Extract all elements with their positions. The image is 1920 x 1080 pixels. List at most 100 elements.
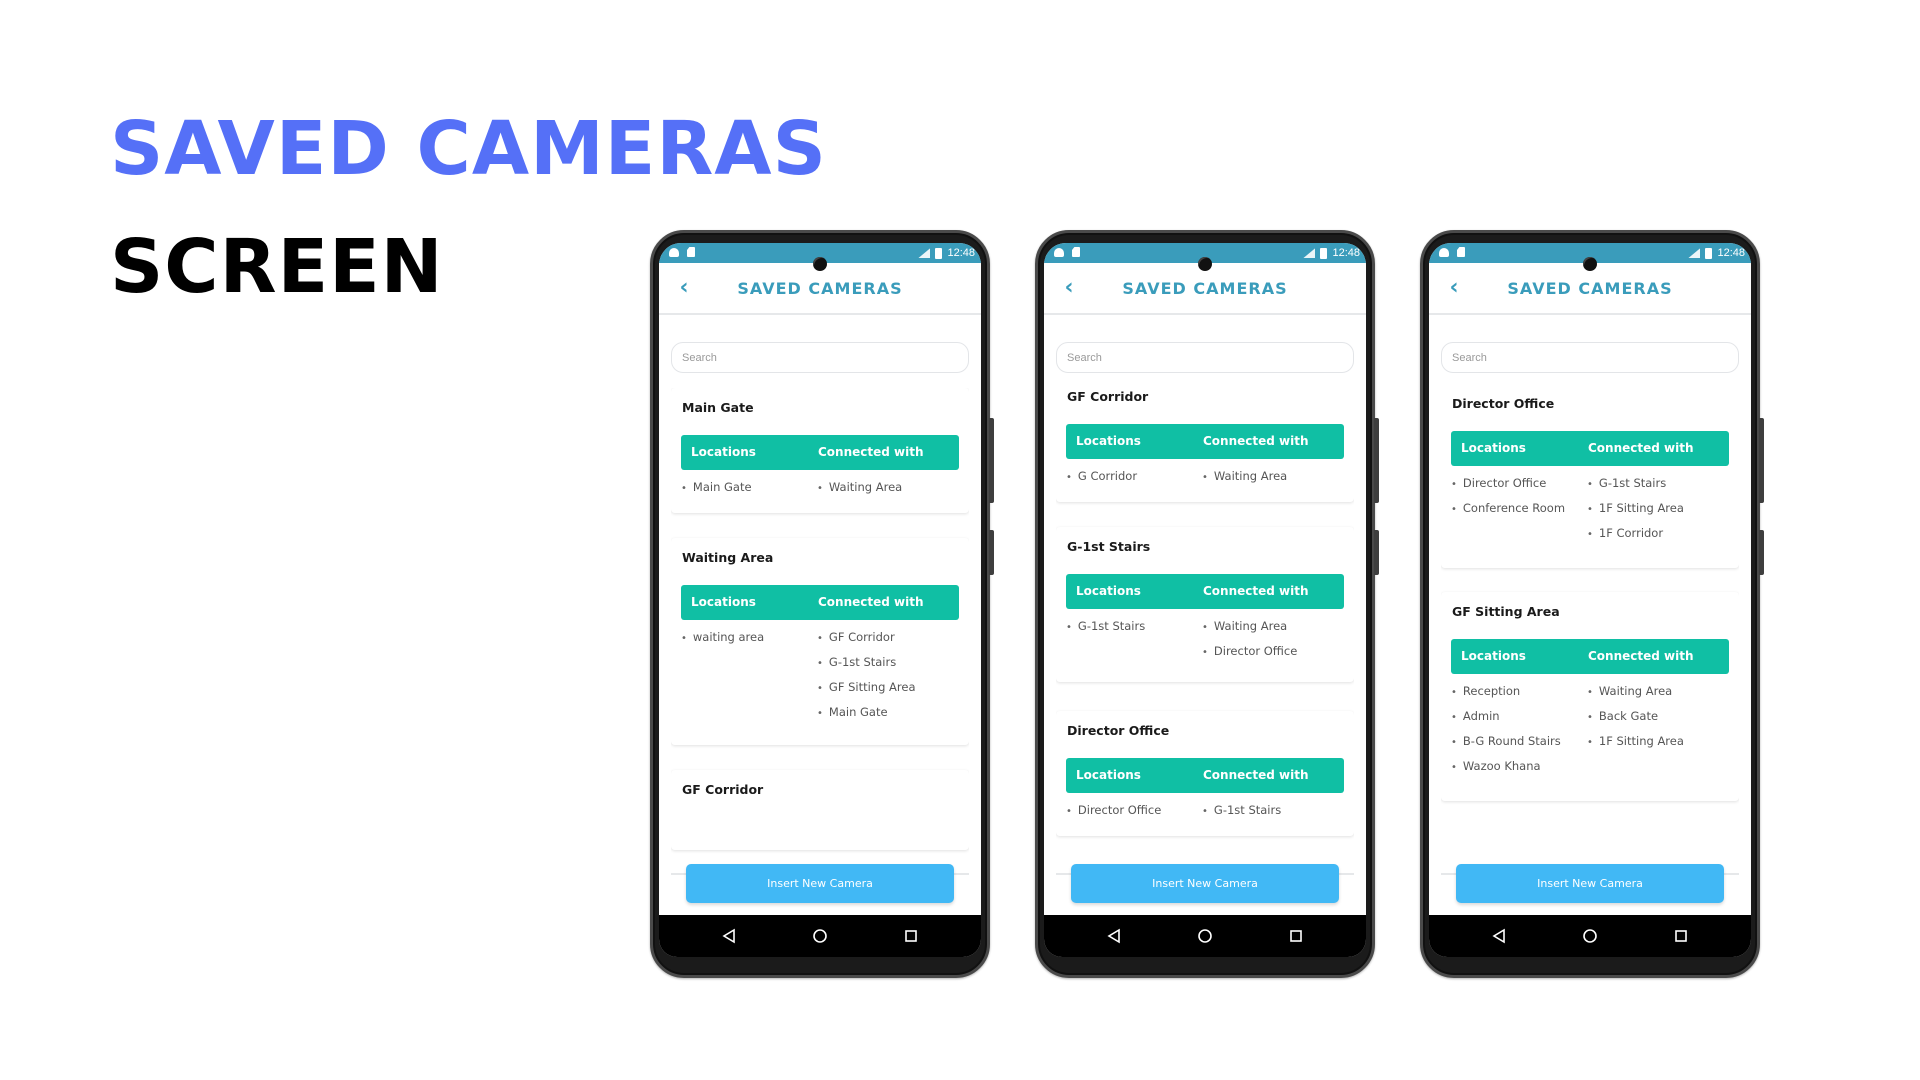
sd-card-icon	[1457, 247, 1465, 257]
connected-header: Connected with	[1588, 649, 1694, 663]
header-title: SAVED CAMERAS	[737, 279, 903, 298]
connected-list: Waiting Area	[817, 480, 902, 505]
connected-list: Waiting Area	[1202, 469, 1287, 494]
connected-header: Connected with	[1203, 584, 1309, 598]
search-input[interactable]	[671, 342, 969, 373]
sd-card-icon	[687, 247, 695, 257]
connected-header: Connected with	[818, 445, 924, 459]
connected-header: Connected with	[1203, 768, 1309, 782]
insert-new-camera-button[interactable]: Insert New Camera	[686, 864, 954, 903]
header-title: SAVED CAMERAS	[1122, 279, 1288, 298]
camera-card-title: GF Corridor	[1067, 389, 1149, 404]
location-item: G-1st Stairs	[1066, 619, 1145, 644]
camera-card[interactable]: G-1st Stairs Locations Connected with G-…	[1056, 527, 1354, 682]
location-item: Wazoo Khana	[1451, 759, 1561, 784]
insert-new-camera-button[interactable]: Insert New Camera	[1456, 864, 1724, 903]
locations-list: waiting area	[681, 630, 764, 655]
connected-header: Connected with	[1203, 434, 1309, 448]
camera-card-title: GF Sitting Area	[1452, 604, 1560, 619]
locations-list: G-1st Stairs	[1066, 619, 1145, 644]
phone-mockup-3: 12:48 ‹ SAVED CAMERAS Director Office Lo…	[1420, 230, 1764, 978]
card-table-header: Locations Connected with	[681, 435, 959, 470]
android-notification-icon	[669, 247, 679, 257]
search-input[interactable]	[1056, 342, 1354, 373]
recents-square-icon[interactable]	[1673, 928, 1689, 944]
card-table-header: Locations Connected with	[1451, 431, 1729, 466]
power-button	[1374, 530, 1379, 575]
connected-item: Waiting Area	[817, 480, 902, 505]
connected-list: GF Corridor G-1st Stairs GF Sitting Area…	[817, 630, 916, 730]
header-title: SAVED CAMERAS	[1507, 279, 1673, 298]
connected-item: G-1st Stairs	[1587, 476, 1684, 501]
card-table-header: Locations Connected with	[1066, 424, 1344, 459]
status-time: 12:48	[1332, 247, 1360, 259]
location-item: waiting area	[681, 630, 764, 655]
camera-list[interactable]: Director Office Locations Connected with…	[1441, 388, 1739, 875]
location-item: B-G Round Stairs	[1451, 734, 1561, 759]
android-nav-bar	[1429, 915, 1751, 957]
phone-mockup-1: 12:48 ‹ SAVED CAMERAS Main Gate Location…	[650, 230, 994, 978]
search-input[interactable]	[1441, 342, 1739, 373]
recents-square-icon[interactable]	[1288, 928, 1304, 944]
locations-header: Locations	[1076, 434, 1141, 448]
camera-card[interactable]: Main Gate Locations Connected with Main …	[671, 388, 969, 513]
camera-list[interactable]: GF Corridor Locations Connected with G C…	[1056, 388, 1354, 875]
home-circle-icon[interactable]	[1582, 928, 1598, 944]
location-item: Main Gate	[681, 480, 752, 505]
locations-list: Reception Admin B-G Round Stairs Wazoo K…	[1451, 684, 1561, 784]
camera-card[interactable]: Waiting Area Locations Connected with wa…	[671, 538, 969, 745]
connected-item: Back Gate	[1587, 709, 1684, 734]
connected-item: GF Sitting Area	[817, 680, 916, 705]
connected-item: G-1st Stairs	[1202, 803, 1281, 828]
connected-item: Waiting Area	[1202, 469, 1287, 494]
volume-button	[1374, 418, 1379, 503]
connected-header: Connected with	[1588, 441, 1694, 455]
locations-list: Main Gate	[681, 480, 752, 505]
location-item: Director Office	[1066, 803, 1161, 828]
home-circle-icon[interactable]	[1197, 928, 1213, 944]
front-camera-icon	[1198, 257, 1212, 271]
hero-subtitle: SCREEN	[110, 224, 444, 310]
card-table-header: Locations Connected with	[681, 585, 959, 620]
locations-header: Locations	[1076, 768, 1141, 782]
home-circle-icon[interactable]	[812, 928, 828, 944]
back-triangle-icon[interactable]	[1491, 928, 1507, 944]
back-triangle-icon[interactable]	[1106, 928, 1122, 944]
phone-screen: 12:48 ‹ SAVED CAMERAS Main Gate Location…	[659, 243, 981, 957]
android-nav-bar	[659, 915, 981, 957]
status-time: 12:48	[947, 247, 975, 259]
lte-signal-icon	[1688, 248, 1701, 258]
camera-card-title: Main Gate	[682, 400, 754, 415]
back-triangle-icon[interactable]	[721, 928, 737, 944]
power-button	[989, 530, 994, 575]
locations-header: Locations	[1461, 441, 1526, 455]
front-camera-icon	[813, 257, 827, 271]
connected-item: Waiting Area	[1587, 684, 1684, 709]
lte-signal-icon	[1303, 248, 1316, 258]
camera-list[interactable]: Main Gate Locations Connected with Main …	[671, 388, 969, 875]
front-camera-icon	[1583, 257, 1597, 271]
camera-card-title: G-1st Stairs	[1067, 539, 1151, 554]
power-button	[1759, 530, 1764, 575]
camera-card[interactable]: Director Office Locations Connected with…	[1441, 388, 1739, 568]
locations-list: Director Office Conference Room	[1451, 476, 1565, 526]
location-item: Admin	[1451, 709, 1561, 734]
connected-item: 1F Sitting Area	[1587, 501, 1684, 526]
location-item: Director Office	[1451, 476, 1565, 501]
insert-new-camera-button[interactable]: Insert New Camera	[1071, 864, 1339, 903]
recents-square-icon[interactable]	[903, 928, 919, 944]
camera-card[interactable]: GF Corridor	[671, 770, 969, 850]
location-item: G Corridor	[1066, 469, 1137, 494]
camera-card-title: GF Corridor	[682, 782, 764, 797]
connected-list: G-1st Stairs	[1202, 803, 1281, 828]
camera-card-title: Waiting Area	[682, 550, 774, 565]
android-nav-bar	[1044, 915, 1366, 957]
camera-card[interactable]: GF Corridor Locations Connected with G C…	[1056, 388, 1354, 502]
connected-item: 1F Corridor	[1587, 526, 1684, 551]
android-notification-icon	[1054, 247, 1064, 257]
connected-list: Waiting Area Back Gate 1F Sitting Area	[1587, 684, 1684, 759]
camera-card[interactable]: GF Sitting Area Locations Connected with…	[1441, 592, 1739, 801]
camera-card[interactable]: Director Office Locations Connected with…	[1056, 711, 1354, 836]
volume-button	[1759, 418, 1764, 503]
connected-item: G-1st Stairs	[817, 655, 916, 680]
